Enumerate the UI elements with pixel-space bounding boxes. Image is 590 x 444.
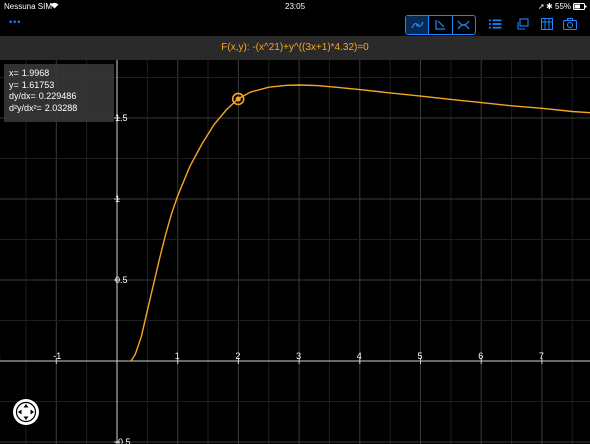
trace-point-dot — [235, 96, 241, 102]
list-icon — [488, 19, 501, 29]
list-button[interactable] — [486, 16, 504, 32]
readout-y-value: 1.61753 — [21, 79, 55, 90]
clock: 23:05 — [285, 2, 306, 11]
location-icon: ➚ — [538, 2, 545, 11]
readout-y-label: y= — [9, 79, 19, 90]
y-tick-label: 0.5 — [115, 275, 128, 285]
y-tick-label: 1 — [115, 194, 120, 204]
x-tick-label: 6 — [478, 351, 483, 361]
readout-x-row: x= 1.9968 — [9, 68, 114, 80]
battery-percent: 55% — [555, 2, 572, 11]
wifi-icon — [50, 2, 59, 11]
intersection-icon — [457, 20, 470, 30]
copy-icon — [517, 18, 529, 30]
readout-x-value: 1.9968 — [21, 68, 50, 78]
readout-second-derivative-row: d²y/dx²= 2.03288 — [9, 103, 114, 115]
camera-icon — [563, 18, 577, 30]
readout-second-derivative-label: d²y/dx²= — [9, 102, 42, 113]
readout-dydx-row: dy/dx= 0.229486 — [9, 91, 114, 103]
table-button[interactable] — [538, 16, 556, 32]
slope-tool-button[interactable] — [429, 16, 453, 34]
camera-button[interactable] — [561, 16, 579, 32]
table-icon — [541, 18, 553, 30]
y-tick-label: 1.5 — [115, 113, 128, 123]
x-tick-label: 1 — [175, 351, 180, 361]
x-tick-label: 7 — [539, 351, 544, 361]
formula-bar[interactable]: F(x,y): -(x^21)+y^((3x+1)*4.32)=0 — [0, 36, 590, 60]
function-curve — [130, 84, 590, 362]
trace-mode-group — [405, 15, 476, 35]
readout-dydx-value: 0.229486 — [38, 91, 77, 101]
bluetooth-icon: ✱ — [546, 2, 553, 11]
navigation-pad-icon — [13, 399, 39, 425]
slope-icon — [435, 20, 445, 30]
x-tick-label: 3 — [296, 351, 301, 361]
copy-button[interactable] — [514, 16, 532, 32]
x-tick-label: 5 — [418, 351, 423, 361]
readout-dydx-label: dy/dx= — [9, 91, 36, 101]
tick-labels: -2 -1 1 2 3 4 5 6 7 1.5 1 0.5 -0.5 — [0, 113, 544, 444]
readout-x-label: x= — [9, 68, 19, 78]
trace-curve-button[interactable] — [406, 16, 430, 34]
x-tick-label: 4 — [357, 351, 362, 361]
readout-y-row: y= 1.61753 — [9, 80, 114, 92]
x-tick-label: -2 — [0, 351, 1, 361]
more-menu-button[interactable]: ••• — [9, 17, 21, 27]
readout-second-derivative-value: 2.03288 — [44, 102, 78, 113]
x-tick-label: 2 — [235, 351, 240, 361]
toolbar: ••• — [0, 14, 590, 36]
status-bar: Nessuna SIM 23:05 ➚ ✱ 55% — [0, 0, 590, 14]
y-tick-label: -0.5 — [115, 437, 131, 444]
trace-curve-icon — [411, 21, 424, 29]
battery-icon — [573, 3, 587, 12]
navigation-pad-button[interactable] — [12, 398, 40, 426]
x-tick-label: -1 — [53, 351, 61, 361]
carrier-label: Nessuna SIM — [4, 2, 53, 11]
trace-readout-panel: x= 1.9968 y= 1.61753 dy/dx= 0.229486 d²y/dx… — [4, 64, 114, 122]
intersection-tool-button[interactable] — [453, 16, 475, 34]
